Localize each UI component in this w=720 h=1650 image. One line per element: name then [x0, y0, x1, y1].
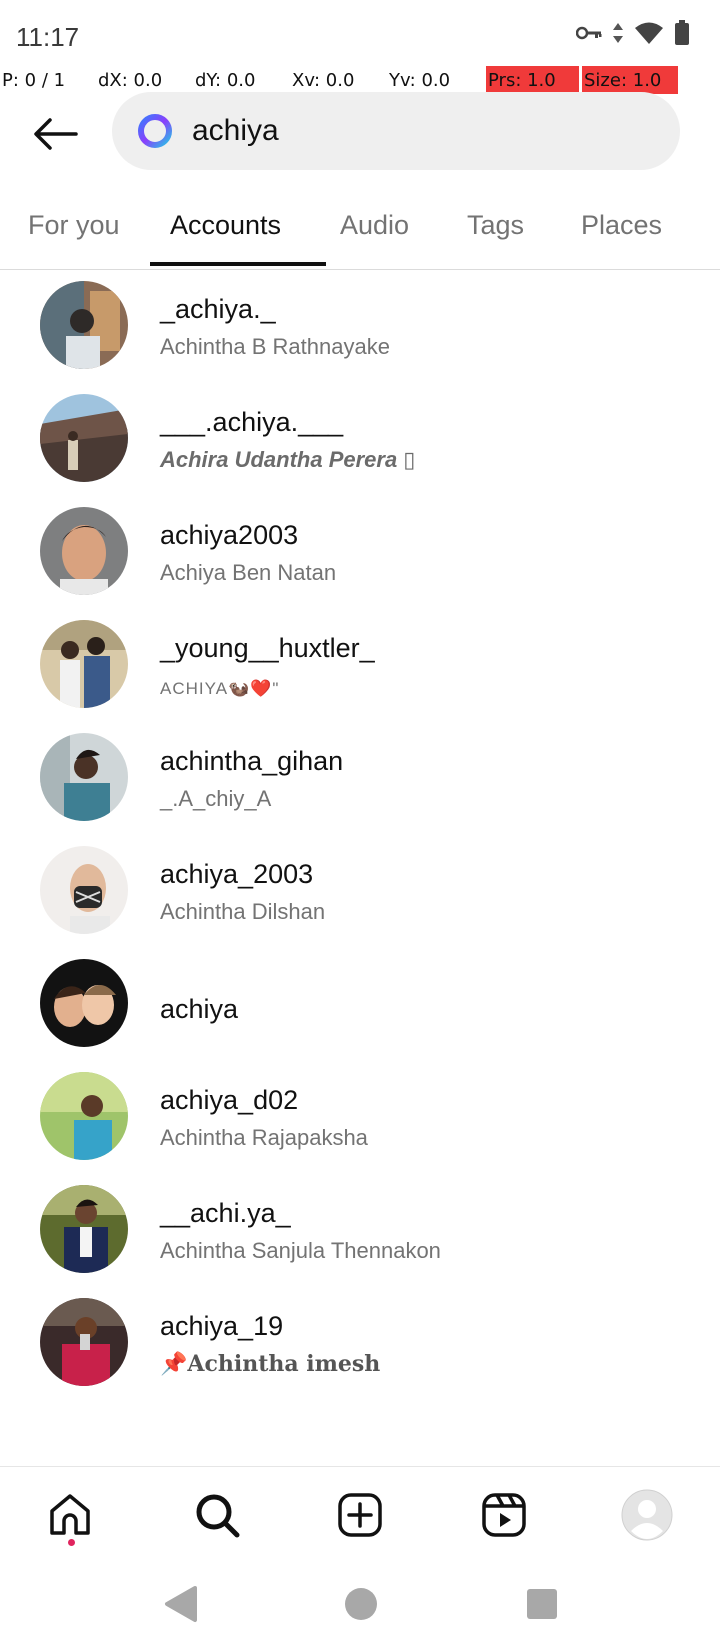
- nav-search[interactable]: [191, 1489, 243, 1541]
- reels-icon: [482, 1493, 526, 1537]
- avatar: [40, 281, 128, 369]
- tab-audio[interactable]: Audio: [340, 210, 409, 241]
- search-header: achiya: [0, 92, 720, 174]
- list-item[interactable]: achiya2003 Achiya Ben Natan: [0, 498, 720, 617]
- username: achiya2003: [160, 520, 299, 550]
- username: achiya_19: [160, 1311, 284, 1341]
- status-time: 11:17: [16, 22, 80, 52]
- avatar: [40, 733, 128, 821]
- list-item[interactable]: _young__huxtler_ ACHIYA🦦❤️": [0, 611, 720, 730]
- nav-create[interactable]: [334, 1489, 386, 1541]
- system-back-button[interactable]: [163, 1584, 199, 1629]
- list-item[interactable]: achiya: [0, 950, 720, 1069]
- list-item[interactable]: achiya_19 📌𝐀𝐜𝐡𝐢𝐧𝐭𝐡𝐚 𝐢𝐦𝐞𝐬𝐡: [0, 1289, 720, 1408]
- nav-profile[interactable]: [621, 1489, 673, 1541]
- list-item[interactable]: _achiya._ Achintha B Rathnayake: [0, 272, 720, 391]
- username: __achi.ya_: [160, 1198, 291, 1228]
- home-icon: [50, 1494, 90, 1535]
- debug-xv: Xv: 0.0: [292, 70, 355, 91]
- avatar: [40, 1072, 128, 1160]
- avatar: [40, 846, 128, 934]
- full-name: Achintha Dilshan: [160, 899, 326, 924]
- username: _young__huxtler_: [160, 633, 375, 663]
- avatar: [40, 620, 128, 708]
- avatar: [40, 1185, 128, 1273]
- vpn-key-icon: [575, 25, 602, 46]
- list-item[interactable]: achiya_d02 Achintha Rajapaksha: [0, 1063, 720, 1182]
- arrow-left-icon: [34, 118, 78, 150]
- profile-icon: [621, 1489, 673, 1541]
- nav-home[interactable]: [44, 1489, 96, 1541]
- notification-dot: [68, 1539, 75, 1546]
- full-name: Achintha Rajapaksha: [160, 1125, 368, 1150]
- triangle-back-icon: [165, 1586, 197, 1622]
- username: ___.achiya.___: [160, 407, 344, 437]
- debug-pressure: Prs: 1.0: [486, 66, 579, 94]
- avatar: [40, 394, 128, 482]
- debug-yv: Yv: 0.0: [389, 70, 451, 91]
- avatar: [40, 959, 128, 1047]
- debug-dx: dX: 0.0: [98, 70, 163, 91]
- username: achintha_gihan: [160, 746, 344, 776]
- tab-accounts[interactable]: Accounts: [170, 210, 281, 241]
- username: _achiya._: [160, 294, 276, 324]
- username: achiya: [160, 994, 239, 1024]
- wifi-icon: [634, 21, 664, 50]
- avatar: [40, 1298, 128, 1386]
- data-arrows-icon: [612, 21, 624, 50]
- search-tabs: For you Accounts Audio Tags Places: [0, 190, 720, 270]
- full-name: Achira Udantha Perera ▯: [160, 447, 416, 472]
- active-tab-indicator: [150, 262, 326, 266]
- nav-reels[interactable]: [478, 1489, 530, 1541]
- full-name: _.A_chiy_A: [160, 786, 272, 811]
- tab-for-you[interactable]: For you: [28, 210, 120, 241]
- battery-icon: [674, 20, 690, 51]
- full-name: Achiya Ben Natan: [160, 560, 337, 585]
- debug-dy: dY: 0.0: [195, 70, 256, 91]
- create-icon: [338, 1493, 382, 1537]
- system-navigation-bar: [0, 1570, 720, 1650]
- status-icons: [575, 20, 690, 51]
- avatar: [40, 507, 128, 595]
- tab-tags[interactable]: Tags: [467, 210, 524, 241]
- circle-home-icon: [345, 1588, 377, 1620]
- status-bar: 11:17: [0, 0, 720, 70]
- system-recents-button[interactable]: [524, 1584, 560, 1629]
- bottom-navigation: [0, 1466, 720, 1558]
- full-name: 📌𝐀𝐜𝐡𝐢𝐧𝐭𝐡𝐚 𝐢𝐦𝐞𝐬𝐡: [160, 1351, 381, 1377]
- username: achiya_2003: [160, 859, 314, 889]
- debug-size: Size: 1.0: [582, 66, 678, 94]
- list-item[interactable]: achintha_gihan _.A_chiy_A: [0, 724, 720, 843]
- tab-places[interactable]: Places: [581, 210, 662, 241]
- search-icon: [196, 1494, 240, 1538]
- username: achiya_d02: [160, 1085, 299, 1115]
- list-item[interactable]: achiya_2003 Achintha Dilshan: [0, 837, 720, 956]
- search-input[interactable]: achiya: [112, 92, 680, 170]
- meta-ai-ring-icon: [138, 114, 172, 148]
- list-item[interactable]: ___.achiya.___ Achira Udantha Perera ▯: [0, 385, 720, 504]
- full-name: ACHIYA🦦❤️": [160, 679, 280, 698]
- search-query-text: achiya: [192, 114, 279, 147]
- list-item[interactable]: __achi.ya_ Achintha Sanjula Thennakon: [0, 1176, 720, 1295]
- back-button[interactable]: [28, 106, 84, 162]
- full-name: Achintha Sanjula Thennakon: [160, 1238, 441, 1263]
- debug-pointer: P: 0 / 1: [2, 70, 66, 91]
- full-name: Achintha B Rathnayake: [160, 334, 390, 359]
- square-recents-icon: [527, 1589, 557, 1619]
- system-home-button[interactable]: [343, 1584, 379, 1629]
